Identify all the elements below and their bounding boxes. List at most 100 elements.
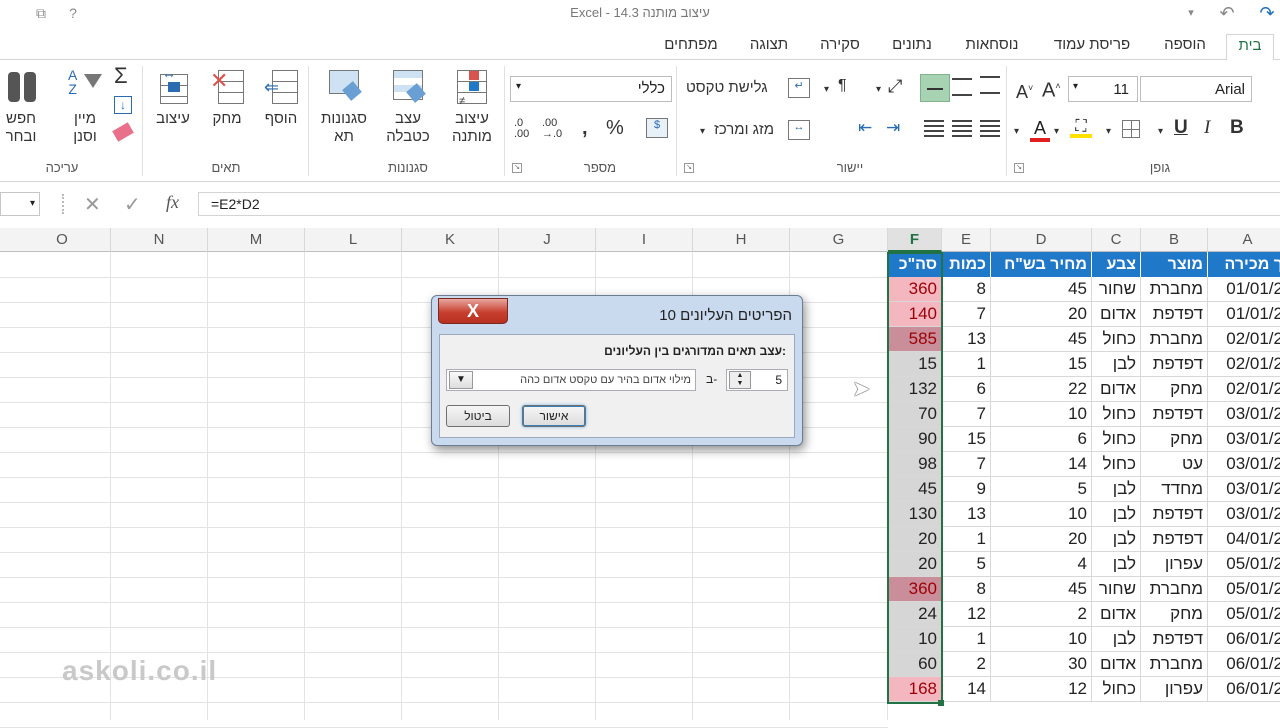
cell-c5[interactable]: לבן [1092,352,1141,377]
format-select[interactable]: ▼ מילוי אדום בהיר עם טקסט אדום כהה [446,369,696,391]
chevron-down-icon[interactable]: ▾ [824,80,829,100]
insert-function-icon[interactable]: fx [166,192,179,213]
cell-e6[interactable]: 6 [942,377,991,402]
column-header-l[interactable]: L [305,228,402,252]
cell-e2[interactable]: 8 [942,277,991,302]
cell-f7[interactable]: 70 [888,402,942,427]
font-name-box[interactable]: Arial [1140,76,1252,102]
restore-icon[interactable]: ⧉ [32,4,50,22]
font-color-icon[interactable]: A [1030,118,1050,142]
cell-a8[interactable]: 03/01/2 [1208,427,1280,452]
cell-f14[interactable]: 360 [888,577,942,602]
cell-f5[interactable]: 15 [888,352,942,377]
eraser-icon[interactable] [112,122,134,142]
cell-b13[interactable]: עפרון [1141,552,1208,577]
cell-a15[interactable]: 05/01/2 [1208,602,1280,627]
grow-font-icon[interactable]: A˄ [1042,76,1061,101]
cell-f6[interactable]: 132 [888,377,942,402]
help-icon[interactable]: ? [64,4,82,22]
ok-button[interactable]: אישור [522,405,586,427]
cell-d8[interactable]: 6 [991,427,1092,452]
cell-d14[interactable]: 45 [991,577,1092,602]
enter-icon[interactable]: ✓ [124,192,141,217]
cell-d7[interactable]: 10 [991,402,1092,427]
cell-a17[interactable]: 06/01/2 [1208,652,1280,677]
cell-c17[interactable]: אדום [1092,652,1141,677]
cell-a3[interactable]: 01/01/2 [1208,302,1280,327]
cell-c11[interactable]: לבן [1092,502,1141,527]
column-header-a[interactable]: A [1208,228,1280,252]
cell-f10[interactable]: 45 [888,477,942,502]
cell-d12[interactable]: 20 [991,527,1092,552]
cell-c18[interactable]: כחול [1092,677,1141,702]
column-header-e[interactable]: E [942,228,991,252]
cell-b2[interactable]: מחברת [1141,277,1208,302]
format-as-table-button[interactable]: עצב כטבלה [376,68,440,146]
spinner-arrows-icon[interactable]: ▲ ▼ [729,371,751,389]
table-header-f[interactable]: סה"כ [888,252,942,277]
rtl-direction-icon[interactable]: ¶ [838,76,847,96]
cell-d17[interactable]: 30 [991,652,1092,677]
chevron-down-icon[interactable]: ▾ [700,122,705,142]
cell-a11[interactable]: 03/01/2 [1208,502,1280,527]
cell-c2[interactable]: שחור [1092,277,1141,302]
cell-d9[interactable]: 14 [991,452,1092,477]
cell-d4[interactable]: 45 [991,327,1092,352]
tab-review[interactable]: סקירה [808,34,872,60]
formula-input[interactable]: =E2*D2 [198,192,1280,216]
name-box[interactable]: ▾ [0,192,40,216]
align-left-icon[interactable] [924,120,944,138]
column-header-f[interactable]: F [888,228,942,252]
cell-c4[interactable]: כחול [1092,327,1141,352]
count-spinner[interactable]: ▲ ▼ 5 [726,369,788,391]
fill-down-icon[interactable]: ↓ [114,96,132,114]
cell-c10[interactable]: לבן [1092,477,1141,502]
cell-a7[interactable]: 03/01/2 [1208,402,1280,427]
cell-d16[interactable]: 10 [991,627,1092,652]
decrease-decimal-icon[interactable]: .00 →.0 [542,118,562,140]
cell-e7[interactable]: 7 [942,402,991,427]
alignment-launcher-icon[interactable]: ↘ [684,163,694,173]
cell-f15[interactable]: 24 [888,602,942,627]
tab-view[interactable]: תצוגה [738,34,800,60]
cell-e16[interactable]: 1 [942,627,991,652]
column-header-o[interactable]: O [14,228,111,252]
bold-icon[interactable]: B [1230,118,1244,138]
cell-e11[interactable]: 13 [942,502,991,527]
cell-d10[interactable]: 5 [991,477,1092,502]
cell-a13[interactable]: 05/01/2 [1208,552,1280,577]
tab-home[interactable]: בית [1226,34,1274,61]
cell-c13[interactable]: לבן [1092,552,1141,577]
cell-b17[interactable]: מחברת [1141,652,1208,677]
chevron-down-icon[interactable]: ▾ [1106,122,1111,142]
column-header-m[interactable]: M [208,228,305,252]
font-launcher-icon[interactable]: ↘ [1014,163,1024,173]
cell-b12[interactable]: דפדפת [1141,527,1208,552]
undo-icon[interactable]: ↶ [1218,4,1236,22]
select-all-corner[interactable] [0,228,14,252]
percent-icon[interactable]: % [606,118,624,138]
tab-insert[interactable]: הוספה [1152,34,1218,60]
align-top-icon[interactable] [952,78,972,96]
cell-f12[interactable]: 20 [888,527,942,552]
cell-e9[interactable]: 7 [942,452,991,477]
decrease-indent-icon[interactable]: ⇤ [858,118,872,138]
cell-e17[interactable]: 2 [942,652,991,677]
number-launcher-icon[interactable]: ↘ [512,163,522,173]
column-header-j[interactable]: J [499,228,596,252]
cell-e10[interactable]: 9 [942,477,991,502]
cell-b6[interactable]: מחק [1141,377,1208,402]
dropdown-icon[interactable]: ▾ [1182,4,1200,22]
cell-c6[interactable]: אדום [1092,377,1141,402]
cell-c12[interactable]: לבן [1092,527,1141,552]
cell-b8[interactable]: מחק [1141,427,1208,452]
conditional-formatting-button[interactable]: ≠ עיצוב מותנה [440,68,504,146]
autosum-icon[interactable]: Σ [114,65,128,87]
cell-a5[interactable]: 02/01/2 [1208,352,1280,377]
sort-filter-button[interactable]: AZ מיין וסנן [58,68,112,146]
cell-e18[interactable]: 14 [942,677,991,702]
formula-bar-grip[interactable] [62,194,64,214]
delete-cells-button[interactable]: ✕ מחק [200,68,254,128]
fill-color-icon[interactable]: ⛶ [1070,118,1092,142]
chevron-down-icon[interactable]: ▼ [449,371,473,389]
